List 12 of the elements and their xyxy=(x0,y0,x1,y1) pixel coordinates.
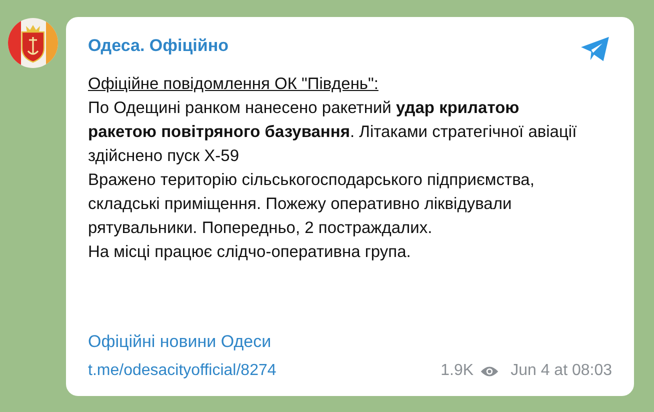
message-heading: Офіційне повідомлення ОК "Південь": xyxy=(88,74,380,95)
eye-icon xyxy=(480,364,499,378)
paper-plane-icon[interactable] xyxy=(580,36,610,62)
post-date: Jun 4 at 08:03 xyxy=(510,362,612,380)
signature-link[interactable]: Офіційні новини Одеси xyxy=(88,330,612,354)
post-link[interactable]: t.me/odesacityofficial/8274 xyxy=(88,362,276,380)
message-text: На місці працює слідчо-оперативна група. xyxy=(88,242,412,263)
view-count: 1.9K xyxy=(440,362,474,380)
channel-name[interactable]: Одеса. Офіційно xyxy=(88,36,228,56)
message-text: По Одещині ранком нанесено ракетний удар крилатою ракетою повітряного базування. Літаками стратегічної авіації здійснено пуск Х-59 xyxy=(88,98,578,167)
message-text: Вражено територію сільськогосподарського підприємства, складські приміщення. Пожежу оперативно ліквідували рятувальники. Попередньо, 2 постраждалих. xyxy=(88,170,536,239)
emblem-icon xyxy=(8,18,58,68)
